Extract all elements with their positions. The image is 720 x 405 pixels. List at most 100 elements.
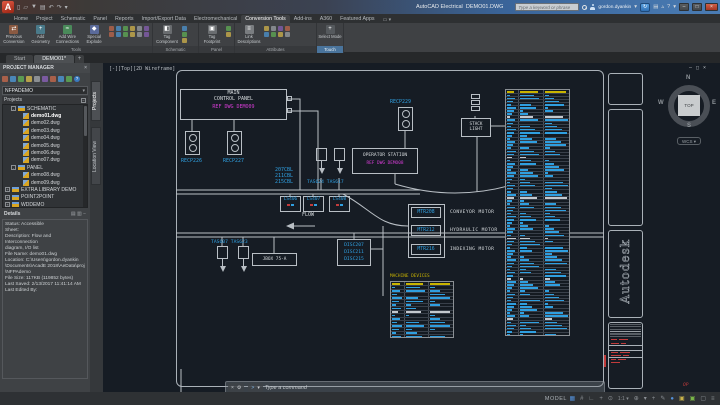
ribbon-group-label[interactable]: Panel [199,46,234,53]
project-dropdown[interactable]: NFPADEMO ▾ [2,86,88,95]
application-menu-icon[interactable]: A [2,1,14,13]
ribbon-tab-electromechanical[interactable]: Electromechanical [190,15,241,23]
limit-switch-ls406[interactable]: LS406 [280,196,301,212]
save-icon[interactable]: ▼ [31,4,37,10]
ribbon-group-label[interactable]: Tools [0,46,152,53]
tree-scrollbar[interactable] [83,105,87,207]
workspace-switch-icon[interactable]: + [652,396,656,402]
add-geometry-button[interactable]: + Add Geometry [28,24,54,44]
object-snap-icon[interactable]: ⊙ [608,395,613,402]
main-control-panel-box[interactable]: MAIN CONTROL PANEL REF DWG DEMO09 [180,89,287,120]
mini-tool-icon[interactable] [144,32,149,37]
mini-tool-icon[interactable] [271,26,276,31]
qat-dropdown-icon[interactable]: ▾ [65,4,68,11]
ribbon-group-label[interactable]: Attributes [235,46,316,53]
stay-connected-icon[interactable]: ▵ [661,4,664,10]
annotation-scale-control[interactable]: 1:1 ▾ [618,396,629,402]
recp229-label[interactable]: RECP229 [390,99,411,105]
ribbon-tab-schematic[interactable]: Schematic [57,15,90,23]
tree-item-point2point[interactable]: + POINT2POINT [3,194,87,201]
tree-item-demo01-dwg[interactable]: demo01.dwg [3,112,87,120]
ribbon-tab-panel[interactable]: Panel [89,15,111,23]
dropdown-icon[interactable] [66,76,72,82]
mini-tool-icon[interactable] [130,32,135,37]
viewcube-top-face[interactable]: TOP [678,95,700,116]
tas-top-labels[interactable]: TAS624 TAS617 [307,180,344,186]
tree-expander-icon[interactable]: + [5,194,10,200]
command-customize-icon[interactable]: ⚙ [237,385,241,391]
ribbon-group-label[interactable]: Touch [317,46,343,53]
mini-tool-icon[interactable] [264,26,269,31]
motor-box-mtr216[interactable]: MTR216 [411,244,441,255]
motor-box-mtr208[interactable]: MTR208 [411,207,441,218]
limit-switch-ls407[interactable]: LS407 [303,196,324,212]
tree-item-demo09-dwg[interactable]: demo09.dwg [3,179,87,186]
search-icon[interactable] [582,4,588,10]
command-recent-dropdown[interactable]: > ▾ [248,383,263,392]
signed-in-user[interactable]: gordon.dyankin [598,5,631,10]
tree-item-demo04-dwg[interactable]: demo04.dwg [3,135,87,142]
palette-close-icon[interactable]: × [84,63,87,73]
graphics-perf-icon[interactable]: ▣ [690,395,696,402]
special-explode-button[interactable]: ◆ Special Explode [81,24,107,44]
wcs-dropdown[interactable]: WCS ▾ [677,137,701,145]
mini-tool-icon[interactable] [285,26,290,31]
link-descriptions-button[interactable]: ≡ Link Descriptions [236,24,262,44]
drawing-list-icon[interactable] [34,76,40,82]
snap-mode-icon[interactable]: # [580,396,583,402]
clean-screen-icon[interactable]: ▢ [700,395,706,402]
file-tab-demo01[interactable]: DEMO01* [34,55,75,63]
palette-side-tab-projects[interactable]: Projects [91,81,101,121]
plot-icon[interactable]: ▤ [40,4,46,11]
signin-user-icon[interactable] [590,4,596,10]
hardware-accel-icon[interactable]: ● [670,396,674,402]
tree-item-schematic[interactable]: - SCHEMATIC [3,105,87,112]
minimize-button[interactable]: – [679,3,689,11]
mini-tool-icon[interactable] [123,26,128,31]
mini-tool-icon[interactable] [109,26,114,31]
command-close-icon[interactable]: × [231,385,234,391]
plot-publish-icon[interactable] [26,76,32,82]
ribbon-group-label[interactable]: Schematic [153,46,198,53]
new-icon[interactable]: ▯ [17,4,20,11]
operator-station-box[interactable]: OPERATOR STATION REF DWG DEMO08 [352,148,418,174]
mini-tool-icon[interactable] [109,32,114,37]
annotate-icon[interactable]: ✎ [660,395,665,402]
mini-tool-icon[interactable] [116,32,121,37]
stack-light-box[interactable]: STACK LIGHT [461,118,491,137]
model-space-label[interactable]: MODEL [545,396,567,402]
ribbon-tab-conversion-tools[interactable]: Conversion Tools [241,15,290,23]
receptacle-symbol[interactable] [227,131,242,155]
tag-component-button[interactable]: ◧ Tag Component [154,24,180,44]
viewcube-north[interactable]: N [686,75,690,81]
help-icon[interactable]: ? [667,4,670,10]
recp226-label[interactable]: RECP226 [181,158,202,164]
file-tab-start[interactable]: Start [6,55,34,63]
tree-item-demo02-dwg[interactable]: demo02.dwg [3,120,87,127]
jbox-label[interactable]: JBOX 75-A [253,254,296,265]
tree-expander-icon[interactable]: + [5,187,10,193]
tree-item-demo05-dwg[interactable]: demo05.dwg [3,142,87,149]
tree-item-extra-library-demo[interactable]: + EXTRA LIBRARY DEMO [3,186,87,193]
mini-tool-icon[interactable] [137,26,142,31]
grid-display-icon[interactable]: ▦ [569,395,575,402]
add-wire-connections-button[interactable]: ≈ Add Wire Connections [55,24,81,44]
ribbon-tab-reports[interactable]: Reports [111,15,138,23]
switch-symbol-tas624[interactable] [315,148,328,174]
a360-sync-badge[interactable]: ↻ [640,2,651,12]
isolate-objects-icon[interactable]: ▣ [679,395,685,402]
mini-tool-icon[interactable] [278,26,283,31]
palette-side-tab-location-view[interactable]: Location View [91,127,101,185]
mini-tool-icon[interactable] [226,32,231,37]
close-button[interactable]: × [705,3,718,11]
help-icon[interactable]: ? [74,76,80,82]
mini-tool-icon[interactable] [226,26,231,31]
tree-item-demo03-dwg[interactable]: demo03.dwg [3,127,87,134]
tree-item-demo06-dwg[interactable]: demo06.dwg [3,149,87,157]
mini-tool-icon[interactable] [264,32,269,37]
command-input[interactable] [264,384,604,391]
switch-symbol-tas617[interactable] [333,148,346,174]
ribbon-tab-add-ins[interactable]: Add-ins [290,15,316,23]
annotation-visibility-icon[interactable]: ⊕ [634,395,639,402]
switch-symbol-tas607[interactable] [216,246,229,272]
